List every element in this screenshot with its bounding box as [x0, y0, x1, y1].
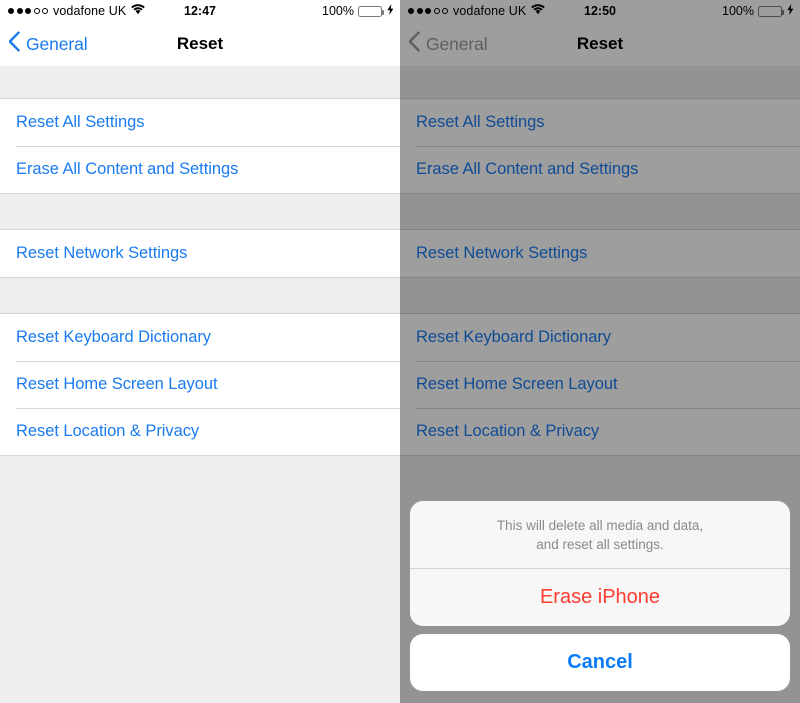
list-item-label: Reset Home Screen Layout: [16, 375, 218, 393]
list-item-label: Erase All Content and Settings: [416, 160, 639, 178]
list-section-gap: [400, 277, 800, 314]
list-item[interactable]: Reset Home Screen Layout: [0, 361, 400, 408]
battery-icon: [358, 5, 384, 17]
phone-screen-right: vodafone UK 12:50 100% General Reset Res…: [400, 0, 800, 703]
chevron-left-icon: [408, 31, 421, 57]
list-item[interactable]: Reset All Settings: [400, 99, 800, 146]
list-item[interactable]: Reset Network Settings: [400, 230, 800, 277]
erase-iphone-button[interactable]: Erase iPhone: [410, 569, 790, 626]
list-item-label: Reset Home Screen Layout: [416, 375, 618, 393]
chevron-left-icon: [8, 31, 21, 57]
back-button-label: General: [26, 33, 88, 54]
settings-group: Reset Network Settings: [0, 230, 400, 277]
list-item-label: Reset Location & Privacy: [416, 422, 600, 440]
status-bar-left: vodafone UK: [8, 4, 146, 18]
list-section-gap: [400, 66, 800, 99]
action-sheet-message-line-2: and reset all settings.: [536, 536, 664, 552]
action-sheet: This will delete all media and data, and…: [410, 500, 790, 691]
list-item[interactable]: Reset Keyboard Dictionary: [0, 314, 400, 361]
status-bar: vodafone UK 12:50 100%: [400, 0, 800, 22]
list-item[interactable]: Erase All Content and Settings: [0, 146, 400, 193]
battery-percentage: 100%: [722, 4, 754, 18]
action-sheet-block: This will delete all media and data, and…: [410, 500, 790, 626]
screenshot-root: vodafone UK 12:47 100% General Reset Res…: [0, 0, 800, 703]
list-item-label: Reset Keyboard Dictionary: [16, 328, 212, 346]
action-sheet-message: This will delete all media and data, and…: [410, 501, 790, 569]
list-item-label: Reset All Settings: [16, 113, 145, 131]
cancel-button[interactable]: Cancel: [410, 634, 790, 691]
settings-group: Reset Keyboard Dictionary Reset Home Scr…: [0, 314, 400, 455]
list-item[interactable]: Reset Keyboard Dictionary: [400, 314, 800, 361]
list-section-gap: [400, 193, 800, 230]
list-item[interactable]: Reset All Settings: [0, 99, 400, 146]
battery-icon: [758, 5, 784, 17]
list-section-gap: [0, 193, 400, 230]
lightning-bolt-icon: [387, 4, 394, 18]
list-section-gap: [0, 66, 400, 99]
list-item-label: Reset Network Settings: [16, 244, 188, 262]
list-item-label: Reset Network Settings: [416, 244, 588, 262]
settings-group: Reset All Settings Erase All Content and…: [0, 99, 400, 193]
back-button[interactable]: General: [400, 31, 488, 57]
list-item[interactable]: Reset Home Screen Layout: [400, 361, 800, 408]
battery-percentage: 100%: [322, 4, 354, 18]
signal-strength-icon: [408, 8, 448, 14]
wifi-icon: [131, 4, 146, 18]
list-bottom-area: [0, 455, 400, 656]
list-item[interactable]: Erase All Content and Settings: [400, 146, 800, 193]
status-bar: vodafone UK 12:47 100%: [0, 0, 400, 22]
back-button-label: General: [426, 33, 488, 54]
settings-group: Reset Keyboard Dictionary Reset Home Scr…: [400, 314, 800, 455]
back-button[interactable]: General: [0, 31, 88, 57]
settings-group: Reset Network Settings: [400, 230, 800, 277]
list-item[interactable]: Reset Location & Privacy: [0, 408, 400, 455]
list-item-label: Reset Keyboard Dictionary: [416, 328, 612, 346]
list-item-label: Erase All Content and Settings: [16, 160, 239, 178]
settings-list[interactable]: Reset All Settings Erase All Content and…: [0, 66, 400, 703]
settings-group: Reset All Settings Erase All Content and…: [400, 99, 800, 193]
list-item[interactable]: Reset Network Settings: [0, 230, 400, 277]
navigation-bar: General Reset: [0, 22, 400, 66]
lightning-bolt-icon: [787, 4, 794, 18]
list-item-label: Reset Location & Privacy: [16, 422, 200, 440]
list-item[interactable]: Reset Location & Privacy: [400, 408, 800, 455]
signal-strength-icon: [8, 8, 48, 14]
carrier-name: vodafone UK: [53, 4, 127, 18]
status-bar-right: 100%: [322, 4, 394, 18]
list-section-gap: [0, 277, 400, 314]
status-bar-right: 100%: [722, 4, 794, 18]
wifi-icon: [531, 4, 546, 18]
phone-screen-left: vodafone UK 12:47 100% General Reset Res…: [0, 0, 400, 703]
action-sheet-message-line-1: This will delete all media and data,: [496, 517, 704, 533]
navigation-bar: General Reset: [400, 22, 800, 66]
status-bar-left: vodafone UK: [408, 4, 546, 18]
carrier-name: vodafone UK: [453, 4, 527, 18]
list-item-label: Reset All Settings: [416, 113, 545, 131]
